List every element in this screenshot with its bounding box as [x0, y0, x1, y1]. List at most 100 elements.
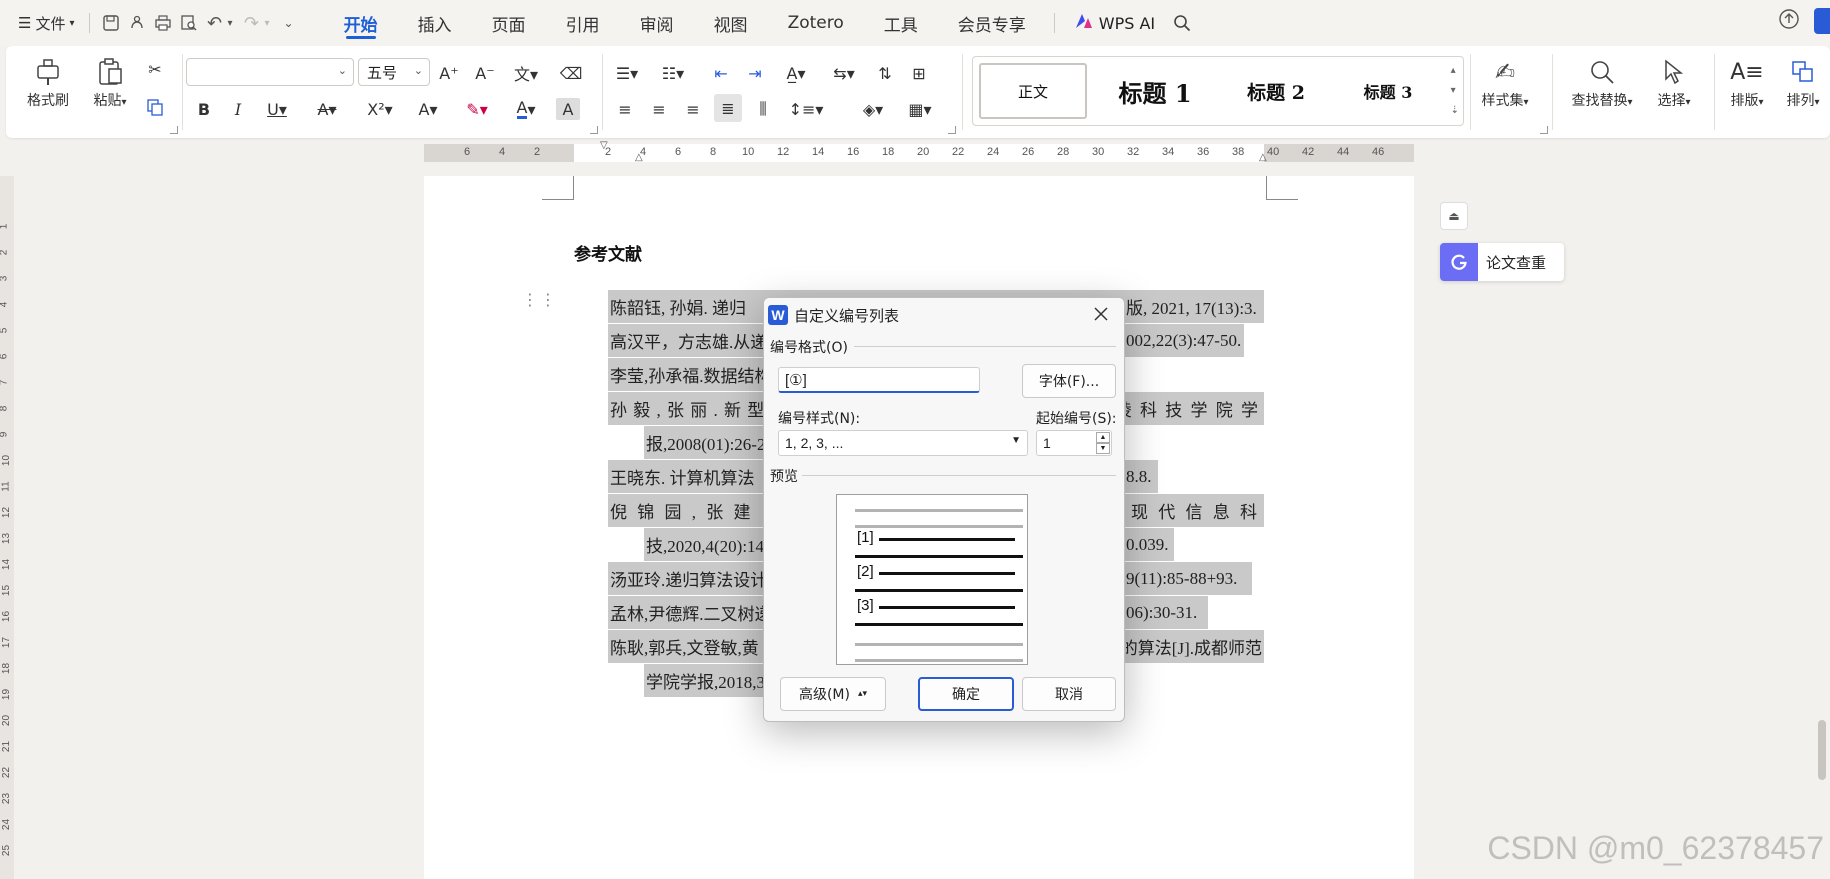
font-size-combo[interactable]: 五号 ⌄ [358, 58, 430, 86]
ok-button[interactable]: 确定 [918, 677, 1014, 711]
right-indent-marker-icon[interactable]: △ [1259, 152, 1267, 163]
font-color-icon[interactable]: A ▾ [508, 96, 544, 122]
undo-dropdown-icon[interactable]: ▾ [228, 18, 233, 29]
tab-membership[interactable]: 会员专享 [938, 0, 1046, 46]
underline-icon[interactable]: U▾ [262, 96, 292, 122]
copy-icon[interactable] [142, 94, 168, 120]
bold-icon[interactable]: B [192, 96, 216, 122]
style-heading-2[interactable]: 标题 2 [1221, 63, 1331, 119]
styles-launcher-icon[interactable] [1540, 126, 1548, 134]
decrease-indent-icon[interactable]: ⇤ [708, 60, 734, 86]
increase-indent-icon[interactable]: ⇥ [742, 60, 768, 86]
style-heading-3[interactable]: 标题 3 [1333, 63, 1443, 119]
tab-review[interactable]: 审阅 [620, 0, 694, 46]
tab-page[interactable]: 页面 [472, 0, 546, 46]
select-button[interactable]: 选择▾ [1644, 54, 1704, 110]
paste-button[interactable]: 粘贴▾ [84, 54, 136, 110]
reference-line-tail: 8.8. [1126, 460, 1158, 493]
wps-ai-label: WPS AI [1098, 13, 1156, 33]
grow-font-icon[interactable]: A⁺ [436, 60, 462, 86]
align-left-icon[interactable]: ≡ [612, 96, 638, 122]
redo-dropdown-icon[interactable]: ▾ [265, 18, 270, 29]
font-name-combo[interactable]: ⌄ [186, 58, 354, 86]
stepper-up-icon[interactable]: ▲ [1096, 432, 1110, 443]
drag-handle-icon[interactable]: ⋮⋮ [522, 292, 558, 308]
arrange-button[interactable]: 排列▾ [1776, 54, 1830, 110]
print-icon[interactable] [150, 10, 176, 36]
horizontal-ruler[interactable]: 6 4 2 2 4 6 8 10 12 14 16 18 20 22 24 26… [424, 140, 1414, 163]
wps-ai-button[interactable]: WPS AI [1075, 13, 1155, 33]
format-painter-button[interactable]: 格式刷 [22, 54, 74, 110]
save-icon[interactable] [98, 10, 124, 36]
reference-line[interactable]: 学院学报,2018,3 [644, 664, 764, 697]
find-replace-button[interactable]: 查找替换▾ [1560, 54, 1644, 110]
bullet-list-icon[interactable]: ☰▾ [610, 60, 644, 86]
superscript-icon[interactable]: X²▾ [362, 96, 398, 122]
distributed-icon[interactable]: ⫼ [750, 96, 776, 122]
paragraph-launcher-icon[interactable] [948, 126, 956, 134]
file-menu[interactable]: ☰ 文件 ▾ [12, 8, 81, 38]
advanced-button[interactable]: 高级(M) ▴▾ [780, 677, 886, 711]
vertical-scrollbar[interactable] [1818, 720, 1826, 780]
paper-check-button[interactable]: 论文查重 [1440, 243, 1564, 281]
ribbon-home: 格式刷 粘贴▾ ✂ ⌄ 五号 ⌄ A⁺ A⁻ 文▾ ⌫ B I U▾ A▾ X²… [6, 46, 1830, 138]
hanging-indent-marker-icon[interactable]: △ [635, 152, 643, 163]
format-section-label: 编号格式(O) [770, 337, 852, 357]
char-shading-icon[interactable]: A [556, 98, 580, 120]
tab-view[interactable]: 视图 [694, 0, 768, 46]
style-scroll-icon[interactable]: ▴ ▾ ⇣ [1451, 61, 1459, 121]
italic-icon[interactable]: I [226, 96, 250, 122]
reference-line[interactable]: 李莹,孙承福.数据结构 [608, 358, 764, 391]
number-style-select[interactable]: 1, 2, 3, ... ▼ [778, 430, 1028, 456]
shading-icon[interactable]: ◈▾ [854, 96, 892, 122]
strikethrough-icon[interactable]: A▾ [312, 96, 342, 122]
start-number-stepper[interactable]: 1 ▲ ▼ [1036, 430, 1112, 456]
borders-icon[interactable]: ▦▾ [902, 96, 938, 122]
justify-icon[interactable]: ≣ [714, 94, 742, 122]
char-spacing-icon[interactable]: A̲▾ [778, 60, 814, 86]
align-center-icon[interactable]: ≡ [646, 96, 672, 122]
tab-references[interactable]: 引用 [546, 0, 620, 46]
tab-home[interactable]: 开始 [324, 0, 398, 46]
phonetic-guide-icon[interactable]: 文▾ [508, 60, 544, 86]
layout-button[interactable]: A≡ 排版▾ [1720, 54, 1774, 110]
more-chevron-icon[interactable]: ⌄ [276, 10, 302, 36]
highlight-icon[interactable]: ✎▾ [458, 96, 496, 122]
font-size-value: 五号 [367, 63, 398, 82]
tab-insert[interactable]: 插入 [398, 0, 472, 46]
show-marks-icon[interactable]: ⊞ [906, 60, 932, 86]
line-spacing-icon[interactable]: ↕≡▾ [786, 96, 826, 122]
text-effect-icon[interactable]: A▾ [410, 96, 446, 122]
print-preview-icon[interactable] [176, 10, 202, 36]
first-indent-marker-icon[interactable]: ▽ [600, 140, 608, 151]
tab-tools[interactable]: 工具 [864, 0, 938, 46]
style-heading-1[interactable]: 标题 1 [1095, 63, 1215, 119]
style-normal[interactable]: 正文 [979, 63, 1087, 119]
export-pdf-icon[interactable] [124, 10, 150, 36]
undo-icon[interactable]: ↶ [202, 10, 228, 36]
cancel-button[interactable]: 取消 [1022, 677, 1116, 711]
font-launcher-icon[interactable] [590, 126, 598, 134]
font-button[interactable]: 字体(F)... [1022, 364, 1116, 398]
cut-icon[interactable]: ✂ [142, 56, 168, 82]
text-direction-icon[interactable]: ⇆▾ [826, 60, 862, 86]
close-icon[interactable] [1090, 303, 1112, 325]
align-right-icon[interactable]: ≡ [680, 96, 706, 122]
style-set-button[interactable]: ✍ 样式集▾ [1472, 54, 1538, 110]
redo-icon[interactable]: ↷ [239, 10, 265, 36]
shrink-font-icon[interactable]: A⁻ [472, 60, 498, 86]
cloud-upload-icon[interactable] [1778, 8, 1800, 34]
dialog-titlebar[interactable]: W 自定义编号列表 [764, 298, 1124, 332]
account-icon[interactable] [1814, 8, 1830, 34]
clear-format-icon[interactable]: ⌫ [558, 60, 584, 86]
clipboard-launcher-icon[interactable] [170, 126, 178, 134]
search-icon[interactable] [1169, 10, 1195, 36]
numbered-list-icon[interactable]: ☷▾ [656, 60, 690, 86]
vertical-ruler[interactable]: 1 2 3 4 5 6 7 8 9 10 11 12 13 14 15 16 1… [0, 176, 14, 879]
sort-icon[interactable]: ⇅ [872, 60, 898, 86]
reference-line[interactable]: 报,2008(01):26-2 [644, 426, 764, 459]
stepper-down-icon[interactable]: ▼ [1096, 443, 1110, 454]
number-format-input[interactable]: [①] [778, 367, 980, 393]
tab-zotero[interactable]: Zotero [768, 0, 864, 46]
collapse-panel-button[interactable]: ⏏ [1440, 202, 1468, 230]
